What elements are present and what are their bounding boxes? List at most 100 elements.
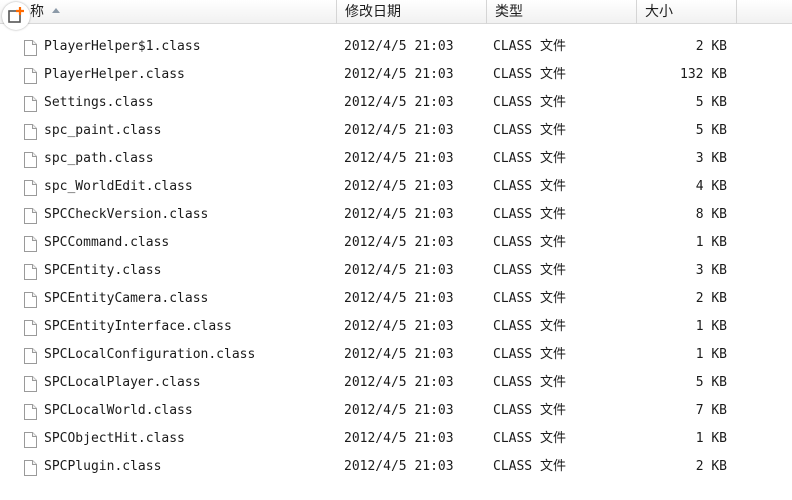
file-type: CLASS 文件: [493, 263, 566, 278]
file-name: spc_WorldEdit.class: [44, 179, 193, 194]
file-type: CLASS 文件: [493, 179, 566, 194]
column-header-name[interactable]: 称: [0, 0, 337, 24]
file-icon: [24, 459, 37, 476]
file-date-modified: 2012/4/5 21:03: [344, 291, 454, 306]
column-header-date-label: 修改日期: [345, 4, 401, 20]
sort-ascending-icon: [52, 7, 60, 13]
column-header-date[interactable]: 修改日期: [337, 0, 487, 24]
file-row[interactable]: spc_path.class 2012/4/5 21:03 CLASS 文件 3 KB: [0, 145, 792, 173]
file-name: SPCCommand.class: [44, 235, 170, 250]
file-icon: [24, 123, 37, 140]
file-date-modified: 2012/4/5 21:03: [344, 459, 454, 474]
column-header-size[interactable]: 大小: [637, 0, 737, 24]
file-size: 1 KB: [695, 319, 727, 334]
file-date-modified: 2012/4/5 21:03: [344, 207, 454, 222]
file-date-modified: 2012/4/5 21:03: [344, 347, 454, 362]
file-icon: [24, 375, 37, 392]
file-icon: [24, 431, 37, 448]
file-name: PlayerHelper$1.class: [44, 39, 201, 54]
file-row[interactable]: SPCEntityCamera.class 2012/4/5 21:03 CLASS…: [0, 285, 792, 313]
file-size: 3 KB: [695, 151, 727, 166]
file-type: CLASS 文件: [493, 151, 566, 166]
file-type: CLASS 文件: [493, 431, 566, 446]
file-size: 2 KB: [695, 39, 727, 54]
file-date-modified: 2012/4/5 21:03: [344, 263, 454, 278]
file-size: 7 KB: [695, 403, 727, 418]
file-type: CLASS 文件: [493, 207, 566, 222]
file-row[interactable]: SPCLocalWorld.class 2012/4/5 21:03 CLASS 文…: [0, 397, 792, 425]
file-name: SPCCheckVersion.class: [44, 207, 209, 222]
file-row[interactable]: spc_paint.class 2012/4/5 21:03 CLASS 文件 5 K…: [0, 117, 792, 145]
file-icon: [24, 347, 37, 364]
file-row[interactable]: PlayerHelper$1.class 2012/4/5 21:03 CLASS …: [0, 33, 792, 61]
file-row[interactable]: SPCEntityInterface.class 2012/4/5 21:03 CL…: [0, 313, 792, 341]
file-name: SPCEntityInterface.class: [44, 319, 232, 334]
file-size: 1 KB: [695, 235, 727, 250]
file-icon: [24, 291, 37, 308]
file-row[interactable]: spc_WorldEdit.class 2012/4/5 21:03 CLASS 文…: [0, 173, 792, 201]
file-row[interactable]: SPCEntity.class 2012/4/5 21:03 CLASS 文件 3 K…: [0, 257, 792, 285]
file-type: CLASS 文件: [493, 291, 566, 306]
file-type: CLASS 文件: [493, 319, 566, 334]
file-type: CLASS 文件: [493, 235, 566, 250]
file-icon: [24, 179, 37, 196]
file-row[interactable]: SPCCommand.class 2012/4/5 21:03 CLASS 文件 1 …: [0, 229, 792, 257]
file-row[interactable]: PlayerHelper.class 2012/4/5 21:03 CLASS 文件…: [0, 61, 792, 89]
file-size: 5 KB: [695, 123, 727, 138]
file-row[interactable]: SPCLocalPlayer.class 2012/4/5 21:03 CLASS …: [0, 369, 792, 397]
column-header-type-label: 类型: [495, 4, 523, 20]
file-row[interactable]: Settings.class 2012/4/5 21:03 CLASS 文件 5 KB: [0, 89, 792, 117]
file-date-modified: 2012/4/5 21:03: [344, 179, 454, 194]
file-list: PlayerHelper$1.class 2012/4/5 21:03 CLASS …: [0, 33, 792, 481]
column-header-type[interactable]: 类型: [487, 0, 637, 24]
file-size: 3 KB: [695, 263, 727, 278]
file-date-modified: 2012/4/5 21:03: [344, 431, 454, 446]
file-size: 4 KB: [695, 179, 727, 194]
file-type: CLASS 文件: [493, 95, 566, 110]
column-header-bar: 称 修改日期 类型 大小: [0, 0, 792, 24]
file-size: 1 KB: [695, 431, 727, 446]
file-date-modified: 2012/4/5 21:03: [344, 123, 454, 138]
file-date-modified: 2012/4/5 21:03: [344, 375, 454, 390]
file-row[interactable]: SPCCheckVersion.class 2012/4/5 21:03 CLASS…: [0, 201, 792, 229]
file-icon: [24, 403, 37, 420]
file-name: SPCEntity.class: [44, 263, 162, 278]
file-size: 8 KB: [695, 207, 727, 222]
file-icon: [24, 67, 37, 84]
file-type: CLASS 文件: [493, 459, 566, 474]
file-name: Settings.class: [44, 95, 154, 110]
file-row[interactable]: SPCLocalConfiguration.class 2012/4/5 21:0…: [0, 341, 792, 369]
file-type: CLASS 文件: [493, 403, 566, 418]
file-icon: [24, 207, 37, 224]
file-icon: [24, 263, 37, 280]
file-type: CLASS 文件: [493, 39, 566, 54]
file-date-modified: 2012/4/5 21:03: [344, 95, 454, 110]
file-name: SPCLocalWorld.class: [44, 403, 193, 418]
file-date-modified: 2012/4/5 21:03: [344, 39, 454, 54]
column-header-size-label: 大小: [645, 4, 673, 20]
file-icon: [24, 151, 37, 168]
file-date-modified: 2012/4/5 21:03: [344, 67, 454, 82]
file-name: SPCLocalConfiguration.class: [44, 347, 256, 362]
file-list-window: 称 修改日期 类型 大小 PlayerHelper$1.class 2012/4/…: [0, 0, 792, 500]
file-type: CLASS 文件: [493, 375, 566, 390]
file-name: SPCLocalPlayer.class: [44, 375, 201, 390]
file-size: 5 KB: [695, 375, 727, 390]
file-name: spc_paint.class: [44, 123, 162, 138]
file-name: PlayerHelper.class: [44, 67, 185, 82]
column-header-name-label: 称: [30, 4, 44, 20]
file-type: CLASS 文件: [493, 123, 566, 138]
add-overlay-icon[interactable]: [2, 2, 30, 30]
file-row[interactable]: SPCObjectHit.class 2012/4/5 21:03 CLASS 文件…: [0, 425, 792, 453]
file-name: SPCEntityCamera.class: [44, 291, 209, 306]
file-name: spc_path.class: [44, 151, 154, 166]
file-size: 1 KB: [695, 347, 727, 362]
file-date-modified: 2012/4/5 21:03: [344, 235, 454, 250]
column-divider[interactable]: [736, 0, 737, 24]
file-size: 2 KB: [695, 291, 727, 306]
file-size: 132 KB: [680, 67, 727, 82]
file-type: CLASS 文件: [493, 347, 566, 362]
file-row[interactable]: SPCPlugin.class 2012/4/5 21:03 CLASS 文件 2 K…: [0, 453, 792, 481]
file-icon: [24, 319, 37, 336]
file-name: SPCPlugin.class: [44, 459, 162, 474]
